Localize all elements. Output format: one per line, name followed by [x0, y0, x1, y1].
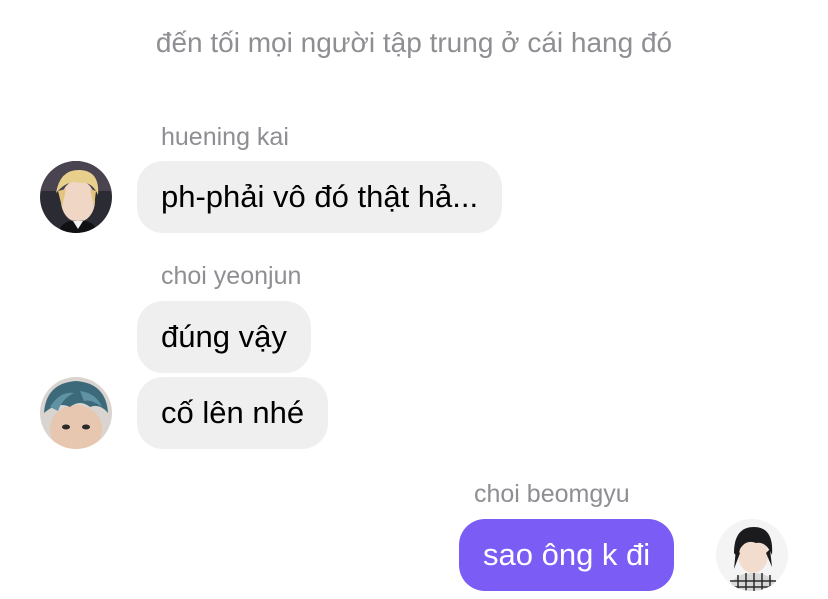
avatar[interactable] — [716, 519, 788, 591]
system-message: đến tối mọi người tập trung ở cái hang đ… — [155, 27, 673, 58]
message-bubble[interactable]: đúng vậy — [137, 301, 311, 373]
message-bubble[interactable]: cố lên nhé — [137, 377, 329, 449]
message-bubble[interactable]: ph-phải vô đó thật hả... — [137, 161, 503, 233]
choi-beomgyu-avatar-icon — [716, 519, 788, 591]
choi-yeonjun-avatar-icon — [40, 377, 112, 449]
huening-kai-avatar-icon — [40, 161, 112, 233]
sender-name: huening kai — [161, 123, 289, 151]
sender-name: choi yeonjun — [161, 262, 302, 290]
avatar[interactable] — [40, 377, 112, 449]
message-bubble[interactable]: sao ông k đi — [459, 519, 675, 591]
avatar[interactable] — [40, 161, 112, 233]
sender-name: choi beomgyu — [474, 480, 630, 508]
